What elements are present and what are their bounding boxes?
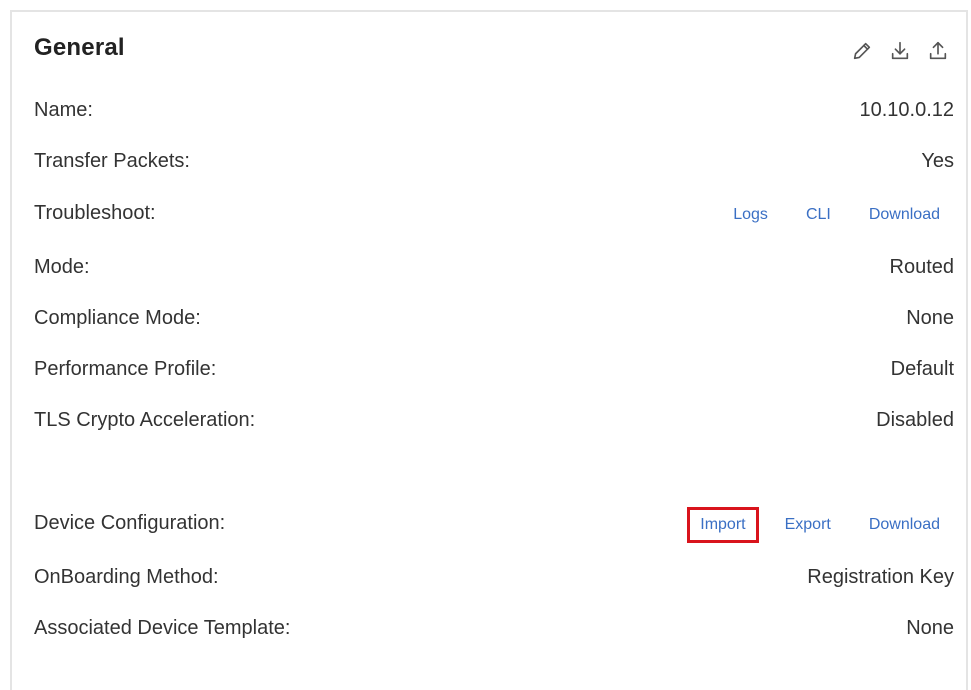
upload-icon[interactable] bbox=[926, 39, 950, 63]
performance-profile-value: Default bbox=[890, 357, 954, 380]
row-device-configuration: Device Configuration: Import Export Down… bbox=[34, 506, 954, 543]
row-compliance-mode: Compliance Mode: None bbox=[34, 303, 954, 333]
troubleshoot-cli-link[interactable]: CLI bbox=[794, 202, 843, 228]
device-configuration-label: Device Configuration: bbox=[34, 511, 226, 534]
troubleshoot-links: Logs CLI Download bbox=[721, 202, 952, 228]
card-header-actions bbox=[850, 39, 950, 63]
row-associated-template: Associated Device Template: None bbox=[34, 613, 954, 643]
tls-crypto-value: Disabled bbox=[876, 408, 954, 431]
mode-label: Mode: bbox=[34, 255, 90, 278]
download-icon[interactable] bbox=[888, 39, 912, 63]
row-tls-crypto: TLS Crypto Acceleration: Disabled bbox=[34, 405, 954, 435]
associated-template-value: None bbox=[906, 616, 954, 639]
row-name: Name: 10.10.0.12 bbox=[34, 95, 954, 125]
name-value: 10.10.0.12 bbox=[859, 98, 954, 121]
onboarding-method-label: OnBoarding Method: bbox=[34, 565, 219, 588]
row-troubleshoot: Troubleshoot: Logs CLI Download bbox=[34, 198, 954, 228]
export-link[interactable]: Export bbox=[773, 512, 843, 538]
row-onboarding-method: OnBoarding Method: Registration Key bbox=[34, 562, 954, 592]
card-title: General bbox=[34, 34, 125, 61]
general-card: General Name: 10.10.0.12 Transfer Packet… bbox=[10, 10, 968, 690]
import-link[interactable]: Import bbox=[687, 506, 759, 543]
troubleshoot-logs-link[interactable]: Logs bbox=[721, 202, 780, 228]
compliance-mode-value: None bbox=[906, 306, 954, 329]
config-download-link[interactable]: Download bbox=[857, 512, 952, 538]
row-mode: Mode: Routed bbox=[34, 252, 954, 282]
mode-value: Routed bbox=[889, 255, 955, 278]
device-configuration-links: Import Export Download bbox=[687, 506, 952, 543]
troubleshoot-download-link[interactable]: Download bbox=[857, 202, 952, 228]
tls-crypto-label: TLS Crypto Acceleration: bbox=[34, 408, 256, 431]
onboarding-method-value: Registration Key bbox=[807, 565, 954, 588]
transfer-packets-value: Yes bbox=[921, 149, 954, 172]
troubleshoot-label: Troubleshoot: bbox=[34, 201, 156, 224]
name-label: Name: bbox=[34, 98, 93, 121]
row-transfer-packets: Transfer Packets: Yes bbox=[34, 146, 954, 176]
associated-template-label: Associated Device Template: bbox=[34, 616, 291, 639]
pencil-icon[interactable] bbox=[850, 39, 874, 63]
performance-profile-label: Performance Profile: bbox=[34, 357, 217, 380]
transfer-packets-label: Transfer Packets: bbox=[34, 149, 190, 172]
compliance-mode-label: Compliance Mode: bbox=[34, 306, 201, 329]
row-performance-profile: Performance Profile: Default bbox=[34, 354, 954, 384]
